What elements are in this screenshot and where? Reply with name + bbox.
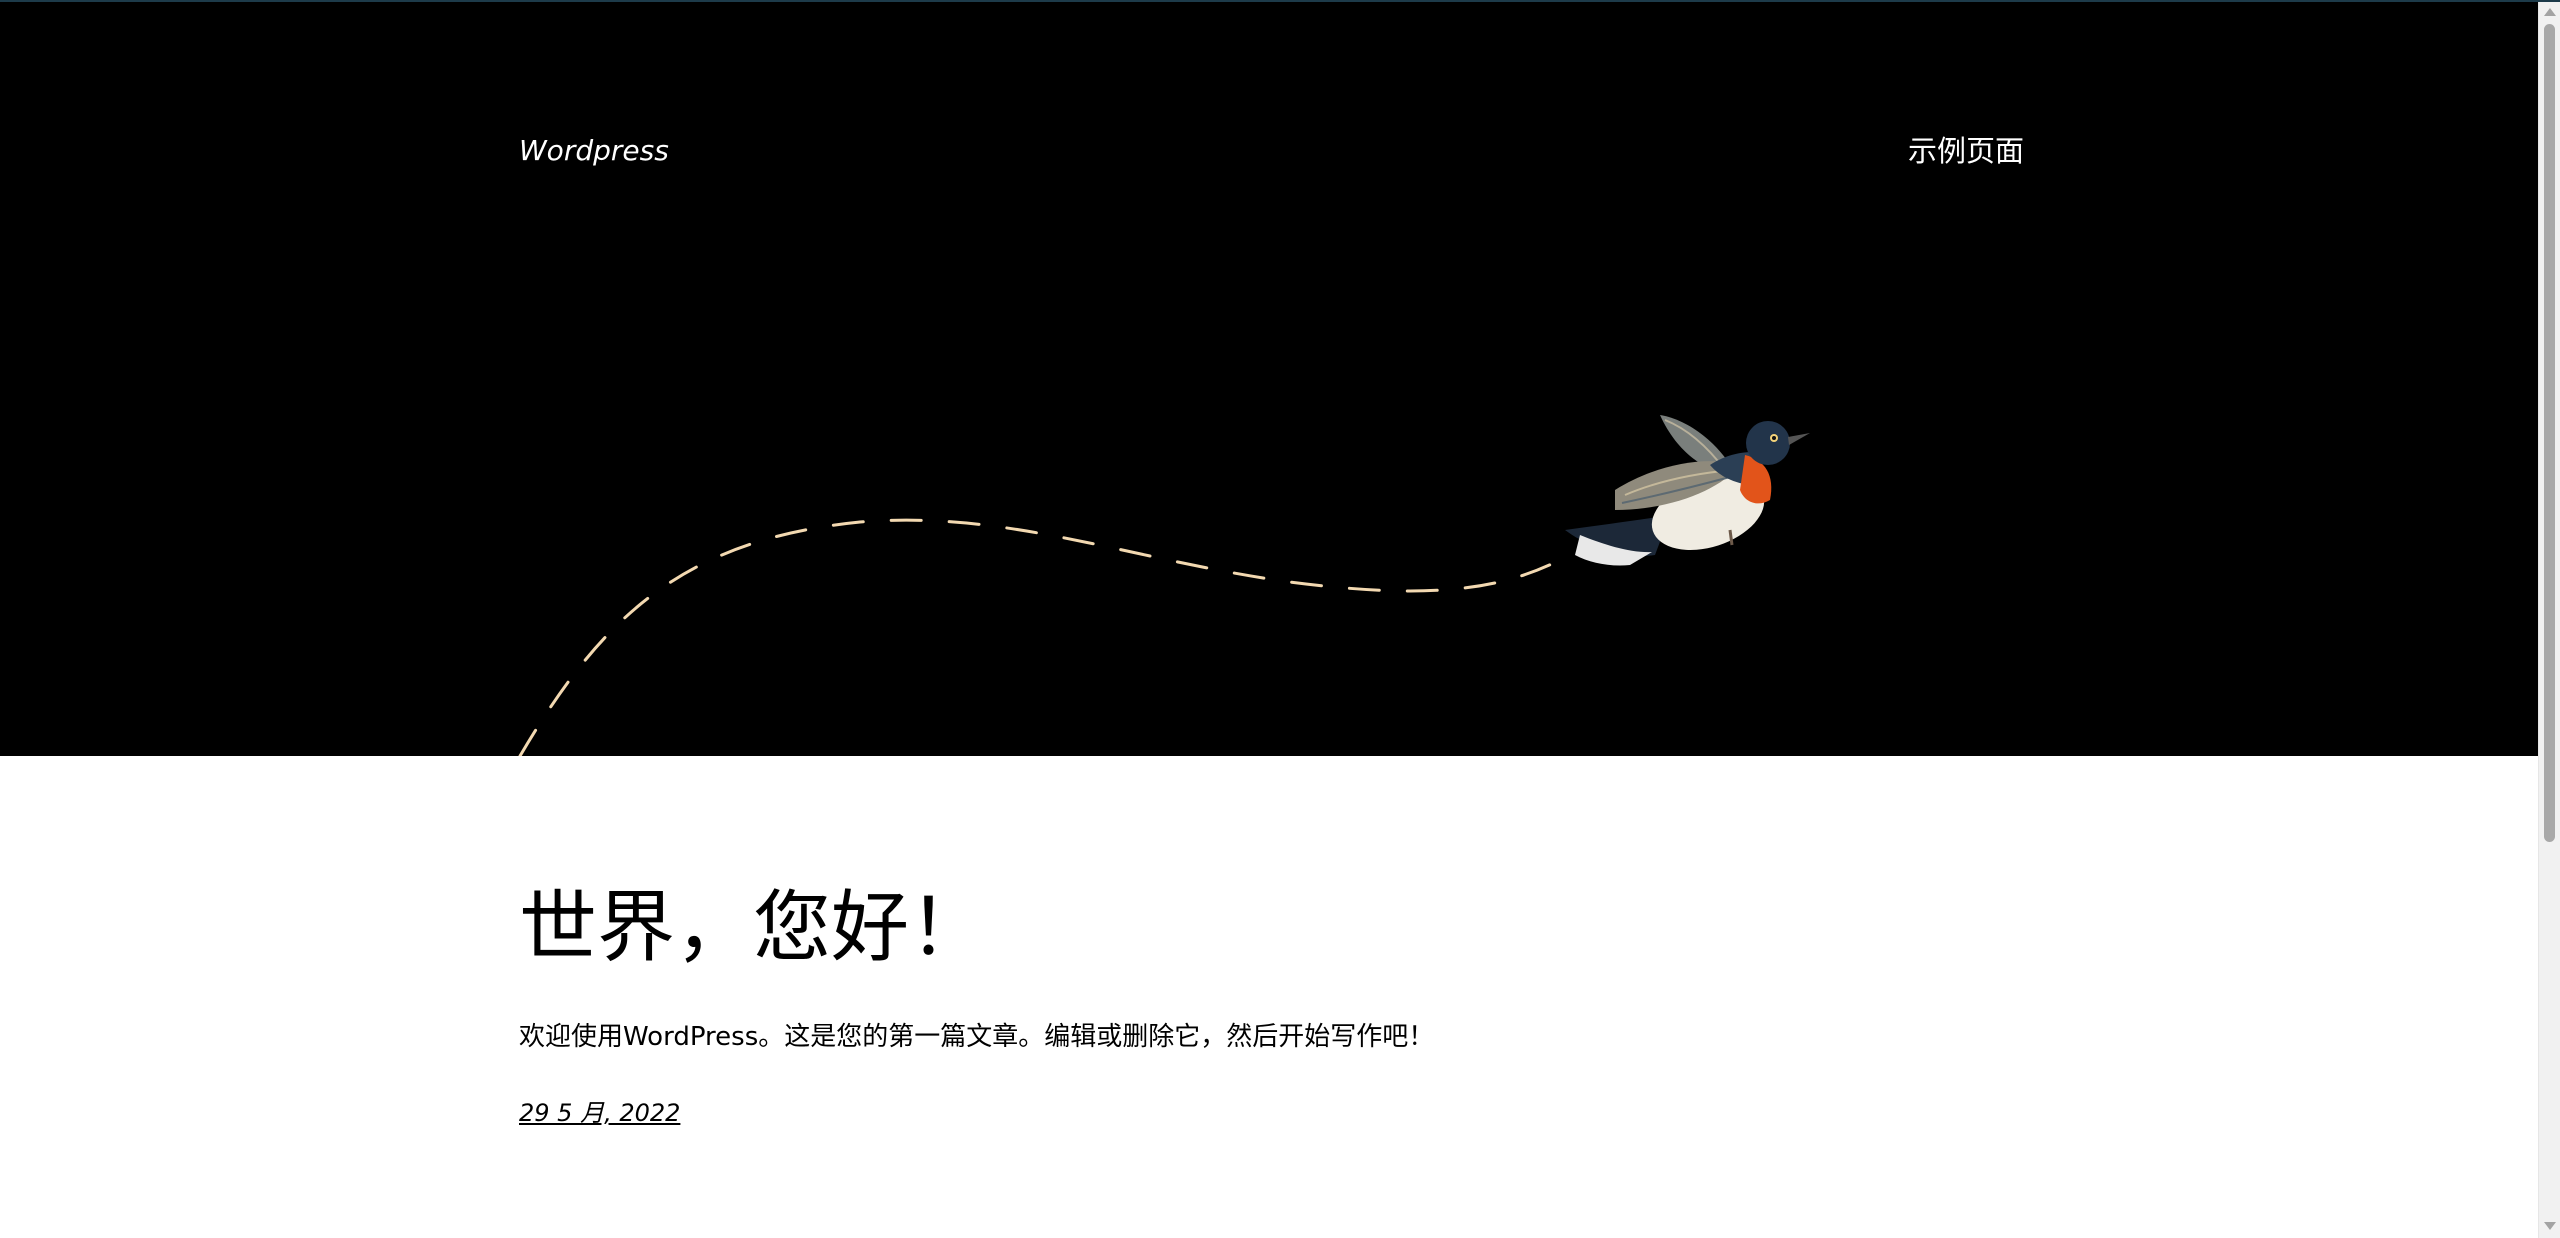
- hero-illustration: [518, 415, 1810, 756]
- post-date-link[interactable]: 29 5 月, 2022: [519, 1096, 680, 1130]
- site-title-link[interactable]: Wordpress: [519, 133, 669, 169]
- site-header-hero: Wordpress 示例页面: [0, 0, 2538, 756]
- vertical-scrollbar[interactable]: [2538, 0, 2560, 1238]
- chevron-up-icon[interactable]: [2544, 8, 2556, 16]
- post-title-link[interactable]: 世界，您好！: [519, 880, 987, 976]
- bird-icon: [1565, 415, 1810, 566]
- nav-item-sample-page[interactable]: 示例页面: [1908, 133, 2024, 169]
- chevron-down-icon[interactable]: [2544, 1222, 2556, 1230]
- scrollbar-thumb[interactable]: [2544, 24, 2555, 842]
- post-excerpt: 欢迎使用WordPress。这是您的第一篇文章。编辑或删除它，然后开始写作吧！: [519, 1022, 1435, 1052]
- browser-viewport: Wordpress 示例页面 世界，您好！ 欢迎使用WordPress。这是您的…: [0, 0, 2560, 1238]
- top-border: [0, 0, 2560, 2]
- flight-path: [518, 518, 1562, 756]
